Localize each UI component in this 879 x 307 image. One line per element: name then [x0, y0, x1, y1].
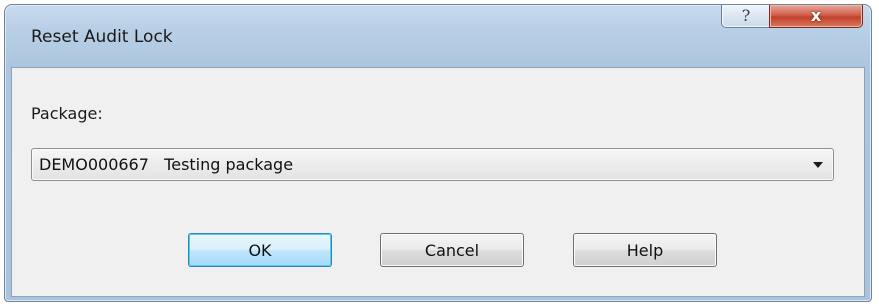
window-title: Reset Audit Lock — [31, 27, 173, 47]
title-help-button[interactable]: ? — [721, 5, 771, 28]
chevron-down-icon — [813, 162, 823, 168]
close-icon: x — [810, 6, 822, 25]
cancel-button[interactable]: Cancel — [380, 233, 524, 267]
package-selected-value: DEMO000667 Testing package — [39, 155, 294, 174]
package-dropdown[interactable]: DEMO000667 Testing package — [31, 148, 834, 181]
package-label: Package: — [31, 104, 103, 123]
dialog-window: Reset Audit Lock ? x Package: DEMO000667… — [4, 4, 872, 302]
help-icon: ? — [741, 6, 751, 25]
ok-button[interactable]: OK — [188, 233, 332, 267]
close-button[interactable]: x — [769, 5, 863, 28]
title-bar[interactable]: Reset Audit Lock ? x — [5, 5, 871, 65]
dialog-body: Package: DEMO000667 Testing package OK C… — [11, 67, 865, 297]
help-button[interactable]: Help — [573, 233, 717, 267]
